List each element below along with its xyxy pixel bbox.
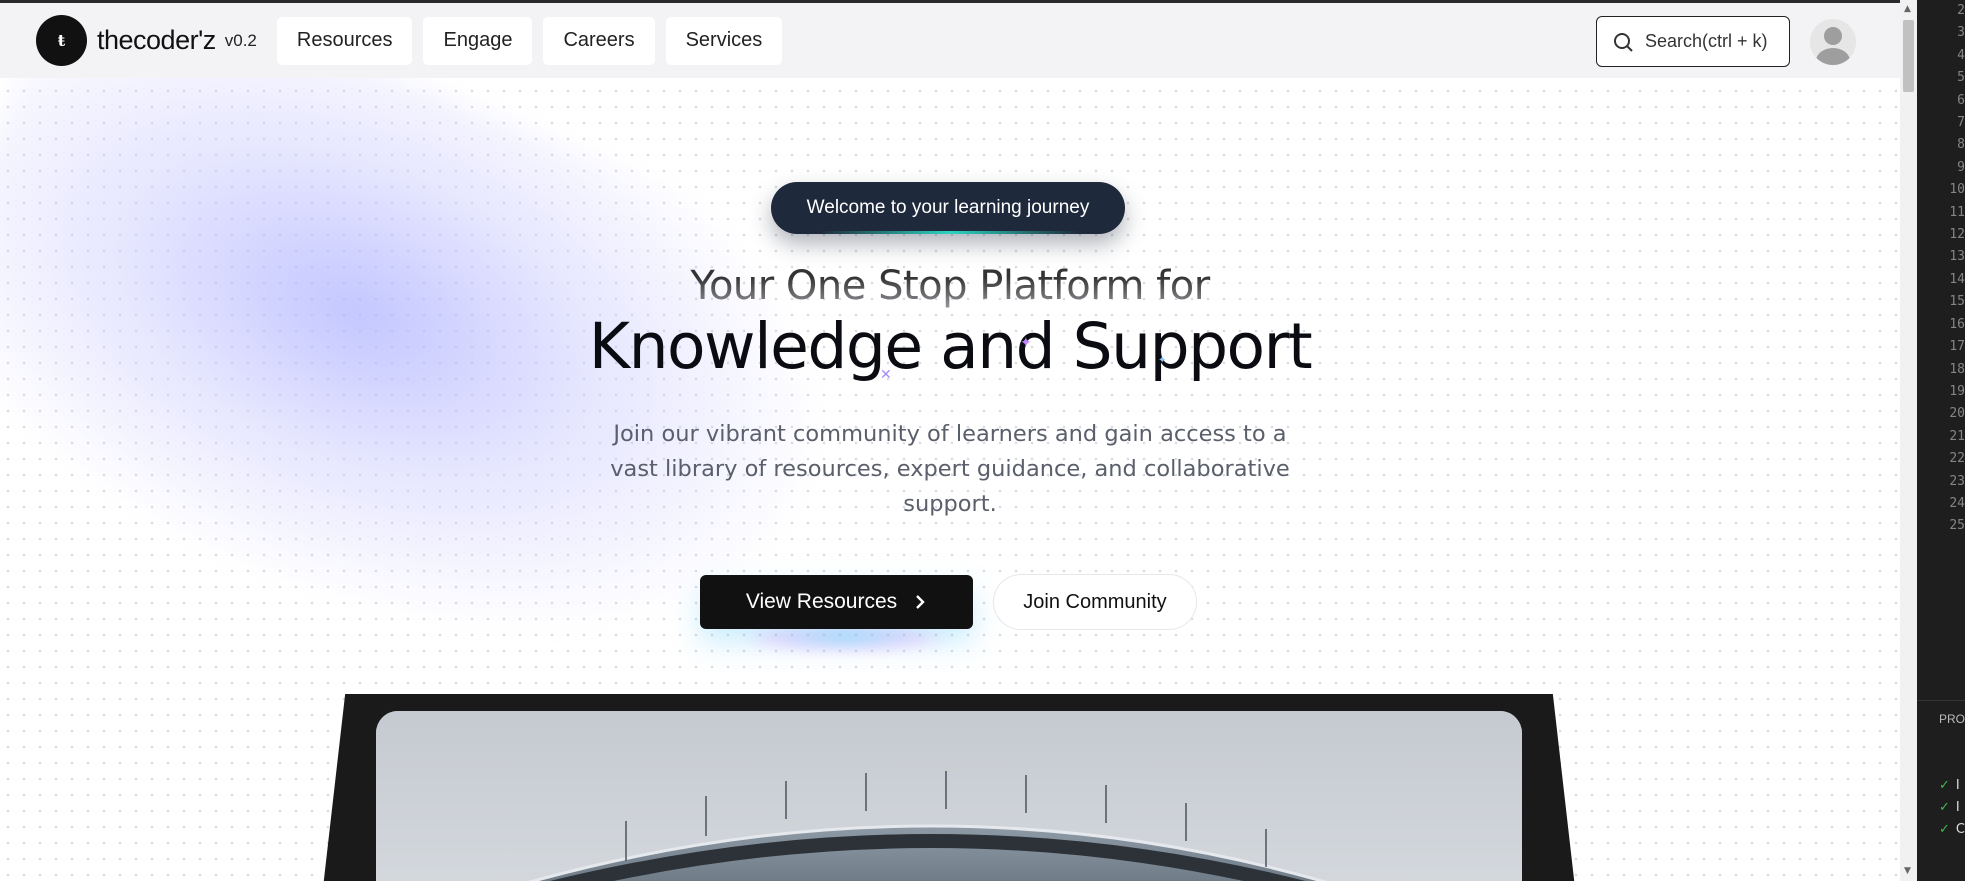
- join-community-button[interactable]: Join Community: [993, 574, 1197, 630]
- line-number: 25: [1949, 518, 1965, 534]
- sparkle-icon: ✦: [1158, 355, 1167, 366]
- badge-glow: [820, 231, 1080, 234]
- check-item: ✓ C: [1939, 822, 1965, 837]
- line-number: 11: [1949, 204, 1965, 220]
- nav-item-careers[interactable]: Careers: [543, 16, 655, 65]
- user-icon: [1810, 19, 1856, 65]
- nav-menu: Resources Engage Careers Services: [276, 16, 783, 65]
- line-number: 22: [1949, 451, 1965, 467]
- line-number: 7: [1957, 115, 1965, 131]
- scrollbar-thumb[interactable]: [1903, 20, 1914, 92]
- hero-headline-top: Your One Stop Platform for: [0, 263, 1900, 309]
- line-number: 23: [1949, 473, 1965, 489]
- panel-divider: [1917, 700, 1965, 701]
- line-number: 8: [1957, 137, 1965, 153]
- nav-item-resources[interactable]: Resources: [276, 16, 413, 65]
- scroll-down-icon[interactable]: ▼: [1904, 866, 1911, 876]
- hero-headline-main: Knowledge and Support: [588, 310, 1313, 383]
- logo-icon[interactable]: ŧ: [36, 15, 87, 66]
- line-number: 19: [1949, 383, 1965, 399]
- building-image: [376, 711, 1522, 881]
- editor-side-panel: 2 3 4 5 6 7 8 9 10 11 12 13 14 15 16 17 18 19 20 21 22 23 24 25…: [1917, 0, 1965, 881]
- search-button[interactable]: Search(ctrl + k): [1596, 16, 1790, 67]
- search-label: Search(ctrl + k): [1645, 31, 1768, 51]
- hero-image: [376, 711, 1522, 881]
- line-number: 2: [1957, 3, 1965, 18]
- line-number: 14: [1949, 271, 1965, 287]
- line-number: 12: [1949, 227, 1965, 243]
- brand-name[interactable]: thecoder'z: [97, 25, 216, 56]
- top-navbar: ŧ thecoder'z v0.2 Resources Engage Caree…: [0, 3, 1900, 78]
- line-number: 20: [1949, 406, 1965, 422]
- page-scrollbar[interactable]: ▲ ▼: [1900, 0, 1917, 881]
- line-number: 9: [1957, 159, 1965, 175]
- line-number: 6: [1957, 92, 1965, 108]
- line-number: 5: [1957, 70, 1965, 86]
- line-number: 24: [1949, 495, 1965, 511]
- check-item: ✓ I: [1939, 800, 1960, 815]
- view-resources-button[interactable]: View Resources: [700, 575, 973, 629]
- sparkle-icon: ✕: [880, 367, 892, 383]
- panel-label: PRO: [1939, 712, 1965, 726]
- nav-item-engage[interactable]: Engage: [423, 16, 533, 65]
- line-numbers: 2 3 4 5 6 7 8 9 10 11 12 13 14 15 16 17 18 19 20 21 22 23 24 25: [1945, 0, 1965, 538]
- line-number: 4: [1957, 47, 1965, 63]
- browser-viewport: ŧ thecoder'z v0.2 Resources Engage Caree…: [0, 0, 1900, 881]
- line-number: 17: [1949, 339, 1965, 355]
- nav-item-services[interactable]: Services: [665, 16, 783, 65]
- view-resources-label: View Resources: [745, 590, 898, 613]
- line-number: 10: [1949, 182, 1965, 198]
- user-avatar[interactable]: [1810, 19, 1856, 65]
- line-number: 3: [1957, 25, 1965, 41]
- line-number: 18: [1949, 361, 1965, 377]
- welcome-badge: Welcome to your learning journey: [771, 182, 1125, 234]
- search-icon: [1614, 32, 1633, 52]
- scroll-up-icon[interactable]: ▲: [1904, 4, 1911, 14]
- hero-description: Join our vibrant community of learners a…: [610, 421, 1290, 517]
- line-number: 15: [1949, 294, 1965, 310]
- line-number: 16: [1949, 316, 1965, 332]
- line-number: 13: [1949, 249, 1965, 265]
- sparkle-icon: ✦: [1020, 335, 1032, 351]
- line-number: 21: [1949, 428, 1965, 444]
- chevron-right-icon: [916, 595, 925, 609]
- version-label: v0.2: [224, 30, 257, 50]
- check-item: ✓ I: [1939, 778, 1960, 793]
